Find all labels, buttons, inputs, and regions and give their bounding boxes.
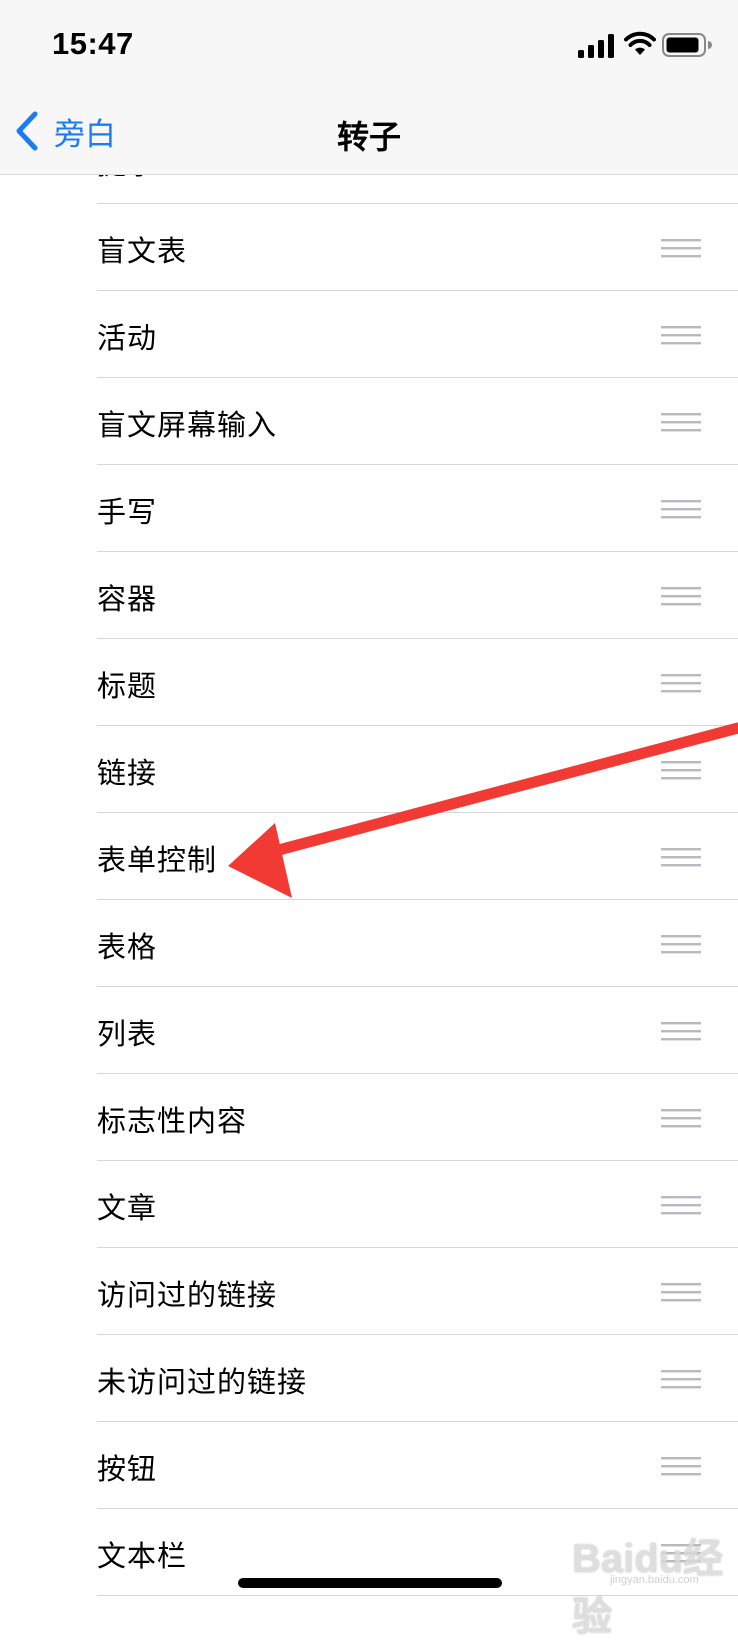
status-time: 15:47 <box>52 26 134 61</box>
list-item-label: 表单控制 <box>97 843 218 877</box>
list-item[interactable]: 提示 <box>97 175 738 204</box>
list-item-label: 活动 <box>97 321 158 355</box>
wifi-icon <box>624 31 656 55</box>
list-item[interactable]: 表单控制 <box>97 813 738 900</box>
list-item[interactable]: 链接 <box>97 726 738 813</box>
battery-icon <box>662 33 712 57</box>
reorder-handle-icon[interactable] <box>661 1020 701 1042</box>
list-item[interactable]: 手写 <box>97 465 738 552</box>
list-item-label: 链接 <box>97 756 158 790</box>
reorder-handle-icon[interactable] <box>661 1281 701 1303</box>
list-item[interactable]: 未访问过的链接 <box>97 1335 738 1422</box>
list-item-label: 盲文表 <box>97 234 188 268</box>
list-item[interactable]: 盲文表 <box>97 204 738 291</box>
status-bar: 15:47 <box>0 0 738 90</box>
list-item[interactable]: 访问过的链接 <box>97 1248 738 1335</box>
rotor-item-list-content: 提示盲文表活动盲文屏幕输入手写容器标题链接表单控制表格列表标志性内容文章访问过的… <box>0 175 738 1596</box>
list-item-label: 列表 <box>97 1017 158 1051</box>
reorder-handle-icon[interactable] <box>661 1194 701 1216</box>
list-item-label: 访问过的链接 <box>97 1278 278 1312</box>
list-item[interactable]: 表格 <box>97 900 738 987</box>
list-item-label: 文章 <box>97 1191 158 1225</box>
reorder-handle-icon[interactable] <box>661 1107 701 1129</box>
reorder-handle-icon[interactable] <box>661 1455 701 1477</box>
list-item-label: 文本栏 <box>97 1539 188 1573</box>
list-item-label: 未访问过的链接 <box>97 1365 308 1399</box>
list-item-label: 按钮 <box>97 1452 158 1486</box>
reorder-handle-icon[interactable] <box>661 237 701 259</box>
list-item[interactable]: 容器 <box>97 552 738 639</box>
list-item-label: 手写 <box>97 495 158 529</box>
list-item-label: 提示 <box>97 175 157 183</box>
list-item-label: 表格 <box>97 930 158 964</box>
watermark-sub: jingyan.baidu.com <box>610 1574 699 1586</box>
reorder-handle-icon[interactable] <box>661 672 701 694</box>
reorder-handle-icon[interactable] <box>661 411 701 433</box>
reorder-handle-icon[interactable] <box>661 585 701 607</box>
list-item-label: 标题 <box>97 669 158 703</box>
reorder-handle-icon[interactable] <box>661 759 701 781</box>
list-item-label: 标志性内容 <box>97 1104 248 1138</box>
rotor-item-list[interactable]: 提示盲文表活动盲文屏幕输入手写容器标题链接表单控制表格列表标志性内容文章访问过的… <box>0 175 738 1600</box>
signal-icon <box>578 34 614 58</box>
list-item-label: 容器 <box>97 582 158 616</box>
list-item[interactable]: 文章 <box>97 1161 738 1248</box>
home-indicator <box>238 1578 502 1588</box>
list-item[interactable]: 按钮 <box>97 1422 738 1509</box>
reorder-handle-icon[interactable] <box>661 933 701 955</box>
navigation-bar: 旁白 转子 <box>0 90 738 175</box>
reorder-handle-icon[interactable] <box>661 1368 701 1390</box>
list-item[interactable]: 标题 <box>97 639 738 726</box>
watermark: Baidu经验 jingyan.baidu.com <box>570 1522 730 1639</box>
list-item[interactable]: 列表 <box>97 987 738 1074</box>
list-item[interactable]: 标志性内容 <box>97 1074 738 1161</box>
page-title: 转子 <box>336 118 401 156</box>
list-item[interactable]: 盲文屏幕输入 <box>97 378 738 465</box>
reorder-handle-icon[interactable] <box>661 498 701 520</box>
reorder-handle-icon[interactable] <box>661 846 701 868</box>
list-item-label: 盲文屏幕输入 <box>97 408 278 442</box>
list-item[interactable]: 活动 <box>97 291 738 378</box>
reorder-handle-icon[interactable] <box>661 324 701 346</box>
